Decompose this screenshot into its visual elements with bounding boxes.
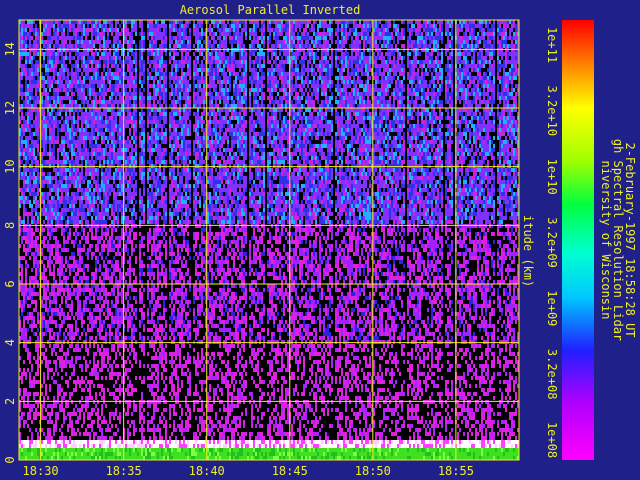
colorbar-label: 1e+11	[545, 27, 559, 63]
x-tick-label: 18:40	[189, 464, 225, 478]
info-line: 2-February-1997 18:58:28 UT	[623, 142, 637, 337]
info-line: gh Spectral Resolution Lidar	[611, 139, 625, 341]
y-tick-label: 8	[3, 222, 17, 229]
y-axis-ticks: 0 2 4 6 8 10 12 14	[3, 42, 17, 464]
info-line: niversity of Wisconsin	[599, 161, 613, 320]
y-tick-label: 14	[3, 42, 17, 56]
y-tick-label: 4	[3, 339, 17, 346]
colorbar-labels: 1e+08 3.2e+08 1e+09 3.2e+09 1e+10 3.2e+10 1e+1…	[545, 27, 559, 458]
x-axis-ticks: 18:30 18:35 18:40 18:45 18:50 18:55	[23, 464, 474, 478]
y-tick-label: 2	[3, 398, 17, 405]
y-tick-label: 0	[3, 456, 17, 463]
colorbar-label: 3.2e+08	[545, 349, 559, 400]
x-tick-label: 18:30	[23, 464, 59, 478]
colorbar	[562, 20, 594, 460]
colorbar-label: 3.2e+10	[545, 86, 559, 137]
x-tick-label: 18:45	[272, 464, 308, 478]
colorbar-label: 3.2e+09	[545, 217, 559, 268]
y-tick-label: 10	[3, 159, 17, 173]
y-tick-label: 12	[3, 101, 17, 115]
x-tick-label: 18:35	[106, 464, 142, 478]
colorbar-label: 1e+10	[545, 159, 559, 195]
colorbar-label: 1e+08	[545, 422, 559, 458]
y-tick-label: 6	[3, 280, 17, 287]
x-tick-label: 18:50	[355, 464, 391, 478]
info-block: niversity of Wisconsingh Spectral Resolu…	[599, 139, 637, 341]
x-tick-label: 18:55	[438, 464, 474, 478]
colorbar-label: 1e+09	[545, 290, 559, 326]
chart-title: Aerosol Parallel Inverted	[180, 3, 361, 17]
lidar-chart: Aerosol Parallel Inverted 0 2 4 6 8 10 12 14 18…	[3, 3, 637, 478]
y-axis-label: itude (km)	[521, 215, 535, 287]
heatmap-image	[19, 20, 519, 460]
